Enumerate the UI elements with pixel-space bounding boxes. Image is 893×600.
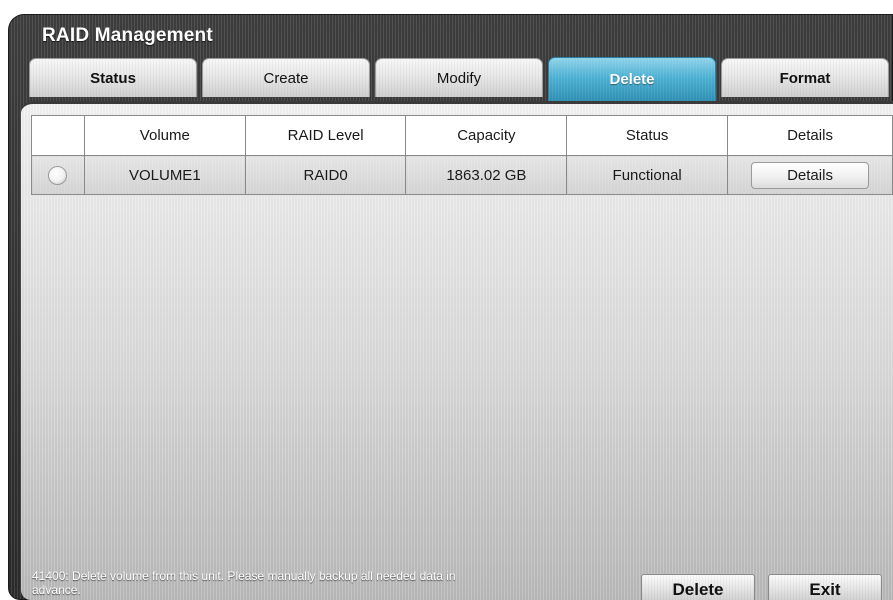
tab-modify[interactable]: Modify	[375, 58, 543, 97]
capacity-cell: 1863.02 GB	[405, 155, 568, 195]
window-title: RAID Management	[42, 25, 213, 46]
details-cell: Details	[727, 155, 893, 195]
tab-format[interactable]: Format	[721, 58, 889, 97]
tab-delete[interactable]: Delete	[548, 57, 716, 101]
volume-radio-button[interactable]	[48, 165, 68, 185]
column-header-status: Status	[566, 115, 729, 156]
column-header-capacity: Capacity	[405, 115, 568, 156]
select-cell	[31, 155, 85, 195]
tab-create[interactable]: Create	[202, 58, 370, 97]
delete-button-label: Delete	[672, 579, 724, 599]
column-header-volume: Volume	[83, 115, 246, 156]
tab-status-label: Status	[90, 69, 136, 87]
tab-format-label: Format	[779, 69, 831, 87]
delete-button[interactable]: Delete	[641, 574, 755, 600]
raid-management-window: RAID Management Status Create Modify Del…	[8, 14, 893, 600]
exit-button-label: Exit	[809, 579, 841, 599]
content-panel: Volume RAID Level Capacity Status Detail…	[21, 101, 893, 600]
tab-status[interactable]: Status	[29, 58, 197, 97]
column-header-details: Details	[727, 115, 893, 156]
table-row[interactable]: VOLUME1 RAID0 1863.02 GB Functional Deta…	[31, 155, 893, 195]
tab-delete-label: Delete	[609, 71, 655, 88]
tab-modify-label: Modify	[436, 69, 482, 87]
status-message: 41400: Delete volume from this unit. Ple…	[32, 569, 456, 597]
details-button[interactable]: Details	[751, 161, 870, 189]
column-header-select	[31, 115, 85, 156]
tab-bar: Status Create Modify Delete Format	[29, 57, 893, 101]
exit-button[interactable]: Exit	[768, 574, 882, 600]
status-cell: Functional	[566, 155, 729, 195]
table-header-row: Volume RAID Level Capacity Status Detail…	[31, 115, 893, 156]
volume-cell: VOLUME1	[83, 155, 246, 195]
raid-level-cell: RAID0	[244, 155, 407, 195]
tab-create-label: Create	[263, 69, 309, 87]
column-header-raid-level: RAID Level	[244, 115, 407, 156]
volume-table: Volume RAID Level Capacity Status Detail…	[31, 115, 893, 195]
